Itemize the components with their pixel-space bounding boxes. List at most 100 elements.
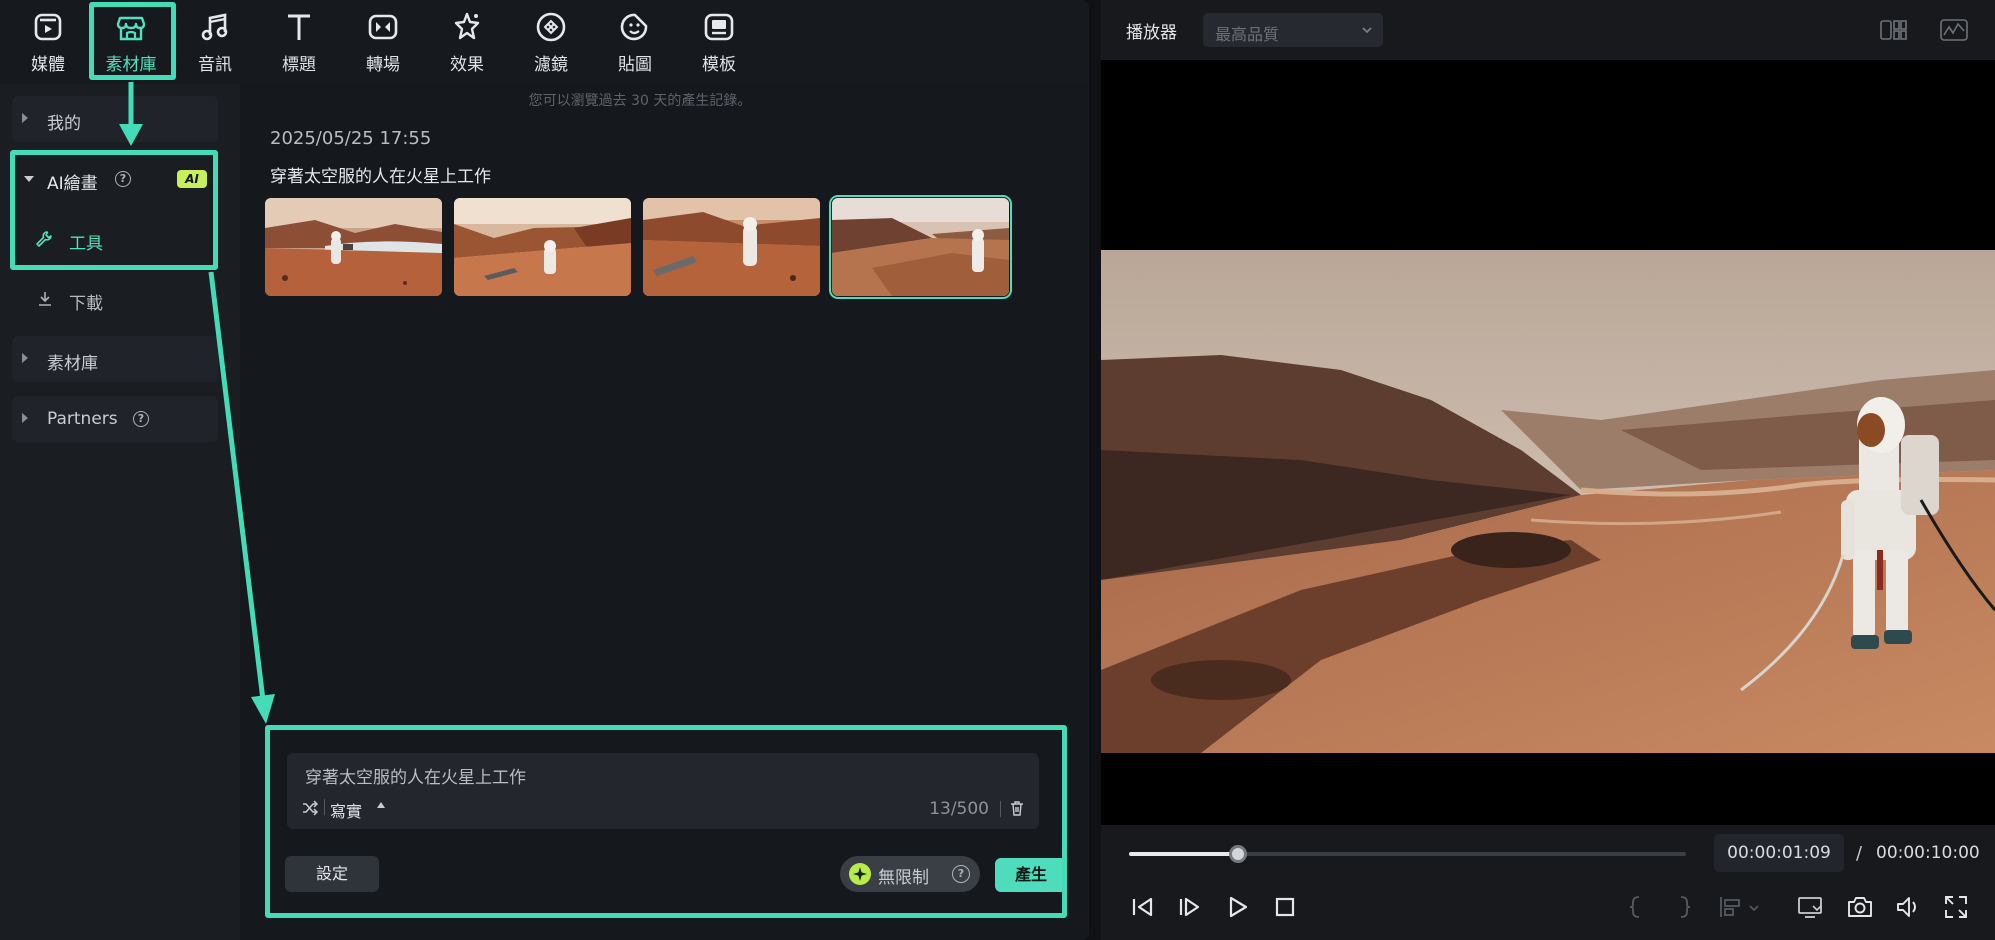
chevron-down-icon[interactable] bbox=[1748, 903, 1760, 913]
mark-in-icon[interactable] bbox=[1621, 893, 1649, 921]
media-icon bbox=[34, 13, 62, 41]
preview-frame bbox=[1101, 250, 1995, 753]
toolbar-titles[interactable]: 標題 bbox=[262, 6, 336, 76]
video-preview[interactable] bbox=[1101, 60, 1995, 825]
toolbar-titles-label: 標題 bbox=[282, 55, 316, 75]
toolbar-filters-label: 濾鏡 bbox=[534, 55, 568, 75]
prompt-input-box[interactable]: 穿著太空服的人在火星上工作 寫實 13/500 bbox=[287, 753, 1039, 829]
caret-up-icon bbox=[377, 802, 385, 808]
toolbar-templates[interactable]: 模板 bbox=[682, 6, 756, 76]
mars-astronaut-image bbox=[454, 198, 631, 296]
toolbar-effects[interactable]: 效果 bbox=[430, 6, 504, 76]
template-icon bbox=[704, 13, 734, 41]
prompt-input[interactable]: 穿著太空服的人在火星上工作 bbox=[305, 763, 526, 788]
divider bbox=[324, 799, 325, 815]
help-icon[interactable]: ? bbox=[952, 865, 970, 883]
transition-icon bbox=[368, 14, 398, 40]
unlimited-credits-toggle[interactable]: 無限制 ? bbox=[840, 856, 980, 892]
media-panel: 媒體 素材庫 音訊 標題 轉場 效果 濾鏡 貼圖 模板 我的 AI繪畫 ? AI… bbox=[0, 0, 1089, 940]
ai-badge: AI bbox=[177, 170, 207, 188]
toolbar-transitions[interactable]: 轉場 bbox=[346, 6, 420, 76]
music-note-icon bbox=[201, 13, 228, 41]
caret-right-icon bbox=[22, 113, 28, 123]
style-label[interactable]: 寫實 bbox=[330, 798, 362, 822]
sidebar-item-download[interactable]: 下載 bbox=[12, 276, 218, 322]
mars-astronaut-image bbox=[265, 198, 442, 296]
sidebar-item-label: 素材庫 bbox=[47, 354, 98, 374]
toolbar-media[interactable]: 媒體 bbox=[11, 6, 85, 76]
title-t-icon bbox=[288, 14, 310, 40]
sidebar-item-mine[interactable]: 我的 bbox=[12, 96, 218, 142]
fullscreen-icon[interactable] bbox=[1942, 893, 1970, 921]
sidebar-item-label: 下載 bbox=[69, 294, 103, 314]
playback-scrubber-handle[interactable] bbox=[1229, 845, 1248, 863]
generation-date: 2025/05/25 17:55 bbox=[270, 128, 432, 149]
generation-prompt-title: 穿著太空服的人在火星上工作 bbox=[270, 167, 491, 187]
caret-down-icon bbox=[24, 176, 34, 182]
character-counter: 13/500 bbox=[929, 799, 989, 819]
effects-sparkle-icon bbox=[454, 12, 480, 40]
sticker-icon bbox=[620, 13, 648, 41]
stop-icon[interactable] bbox=[1271, 893, 1299, 921]
toolbar-templates-label: 模板 bbox=[702, 55, 736, 75]
player-header: 播放器 最高品質 bbox=[1101, 0, 1995, 60]
toolbar-stickers-label: 貼圖 bbox=[618, 55, 652, 75]
toolbar-library[interactable]: 素材庫 bbox=[94, 6, 168, 76]
toolbar-media-label: 媒體 bbox=[31, 55, 65, 75]
generated-image-thumb-selected[interactable] bbox=[829, 195, 1012, 299]
playback-progress-fill bbox=[1129, 852, 1239, 856]
toolbar-filters[interactable]: 濾鏡 bbox=[514, 6, 588, 76]
playback-progress-slider[interactable] bbox=[1129, 845, 1686, 863]
trash-icon[interactable] bbox=[1009, 800, 1025, 817]
quality-value: 最高品質 bbox=[1215, 25, 1280, 44]
sidebar-item-label: Partners bbox=[47, 409, 118, 429]
player-title: 播放器 bbox=[1126, 23, 1177, 43]
divider bbox=[1000, 801, 1001, 817]
toolbar-library-label: 素材庫 bbox=[105, 55, 157, 75]
mars-astronaut-image bbox=[832, 198, 1009, 296]
volume-icon[interactable] bbox=[1894, 893, 1922, 921]
help-icon[interactable]: ? bbox=[133, 411, 149, 427]
library-sidebar: 我的 AI繪畫 ? AI 工具 下載 素材庫 Partners ? bbox=[0, 84, 240, 940]
toolbar-stickers[interactable]: 貼圖 bbox=[598, 6, 672, 76]
mark-out-icon[interactable] bbox=[1671, 893, 1699, 921]
display-settings-icon[interactable] bbox=[1796, 893, 1824, 921]
generated-image-thumb[interactable] bbox=[643, 198, 820, 296]
mars-astronaut-image bbox=[643, 198, 820, 296]
toolbar-audio-label: 音訊 bbox=[198, 55, 232, 75]
sidebar-item-ai-painting[interactable]: AI繪畫 ? AI bbox=[12, 156, 218, 202]
layout-grid-icon[interactable] bbox=[1879, 18, 1909, 42]
sidebar-item-library[interactable]: 素材庫 bbox=[12, 336, 218, 382]
timecode-separator: / bbox=[1856, 843, 1863, 864]
chevron-down-icon bbox=[1362, 27, 1372, 34]
ai-painting-content: 您可以瀏覽過去 30 天的產生記錄。 2025/05/25 17:55 穿著太空… bbox=[240, 84, 1089, 940]
top-toolbar: 媒體 素材庫 音訊 標題 轉場 效果 濾鏡 貼圖 模板 bbox=[0, 0, 1089, 84]
player-panel: 播放器 最高品質 00:00:01:09 / 00:00:10:00 bbox=[1101, 0, 1995, 940]
next-frame-icon[interactable] bbox=[1176, 893, 1204, 921]
sidebar-item-tools[interactable]: 工具 bbox=[12, 216, 218, 262]
mars-astronaut-preview-image bbox=[1101, 250, 1995, 753]
toolbar-audio[interactable]: 音訊 bbox=[178, 6, 252, 76]
generated-image-thumb[interactable] bbox=[265, 198, 442, 296]
current-timecode[interactable]: 00:00:01:09 bbox=[1714, 834, 1844, 872]
caret-right-icon bbox=[22, 353, 28, 363]
previous-frame-icon[interactable] bbox=[1129, 893, 1157, 921]
settings-button[interactable]: 設定 bbox=[285, 856, 379, 892]
sidebar-item-label: 我的 bbox=[47, 114, 81, 134]
help-icon[interactable]: ? bbox=[115, 171, 131, 187]
shuffle-icon[interactable] bbox=[302, 800, 318, 816]
snapshot-camera-icon[interactable] bbox=[1846, 893, 1874, 921]
download-icon bbox=[39, 292, 51, 306]
quality-dropdown[interactable]: 最高品質 bbox=[1203, 13, 1383, 47]
store-icon bbox=[116, 16, 146, 41]
insert-clip-icon[interactable] bbox=[1716, 893, 1744, 921]
generate-button[interactable]: 產生 bbox=[995, 858, 1067, 892]
history-hint: 您可以瀏覽過去 30 天的產生記錄。 bbox=[528, 93, 752, 109]
play-icon[interactable] bbox=[1224, 893, 1252, 921]
sidebar-item-partners[interactable]: Partners ? bbox=[12, 396, 218, 442]
waveform-monitor-icon[interactable] bbox=[1939, 17, 1969, 43]
unlimited-label: 無限制 bbox=[878, 868, 929, 888]
prompt-panel: 穿著太空服的人在火星上工作 寫實 13/500 設定 無限制 ? 產生 bbox=[265, 728, 1067, 918]
generated-image-thumb[interactable] bbox=[454, 198, 631, 296]
filter-icon bbox=[536, 12, 566, 42]
